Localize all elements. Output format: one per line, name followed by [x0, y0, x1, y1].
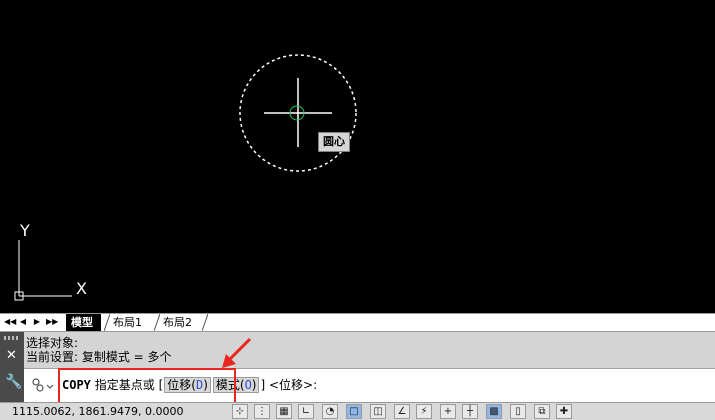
3d-object-snap-icon[interactable]: ◫ [370, 404, 386, 419]
next-tab-button[interactable]: ▶ [32, 316, 42, 328]
ucs-y-label: Y [19, 221, 30, 240]
wrench-icon[interactable]: 🔧 [5, 374, 22, 390]
dynamic-input-icon[interactable]: + [440, 404, 456, 419]
snap-mode-icon[interactable]: ⋮ [254, 404, 270, 419]
tab-separator [202, 314, 208, 331]
ucs-x-label: X [76, 279, 87, 298]
option-key: O [244, 378, 252, 392]
quick-properties-icon[interactable]: ▯ [510, 404, 526, 419]
prev-tab-button[interactable]: ◀ [18, 316, 28, 328]
first-tab-button[interactable]: ◀◀ [4, 316, 16, 328]
history-line: 选择对象: [26, 336, 79, 350]
drawing-svg: Y X [14, 54, 357, 301]
annotation-monitor-icon[interactable]: ✚ [556, 404, 572, 419]
status-bar: 1115.0062, 1861.9479, 0.0000 ⊹ ⋮ ▦ ∟ ◔ □… [0, 402, 715, 420]
annotation-highlight-box [58, 368, 236, 405]
annotation-arrow-icon [222, 337, 252, 368]
infer-constraints-icon[interactable]: ⊹ [232, 404, 248, 419]
command-history: 选择对象: 当前设置: 复制模式 = 多个 [26, 336, 706, 364]
tab-separator [154, 314, 160, 331]
grip-icon[interactable] [4, 336, 20, 340]
option-close: ) [251, 378, 257, 392]
ortho-mode-icon[interactable]: ∟ [298, 404, 314, 419]
selection-cycling-icon[interactable]: ⧉ [534, 404, 550, 419]
drawing-canvas[interactable]: Y X 圆心 [0, 0, 715, 313]
recent-commands-dropdown[interactable] [28, 375, 56, 395]
tab-separator [104, 314, 110, 331]
tab-layout1[interactable]: 布局1 [108, 314, 150, 331]
layout-tab-bar: ◀◀ ◀ ▶ ▶▶ 模型 布局1 布局2 [0, 313, 715, 332]
osnap-tooltip: 圆心 [318, 132, 350, 152]
dynamic-ucs-icon[interactable]: ⚡ [416, 404, 432, 419]
coordinate-readout: 1115.0062, 1861.9479, 0.0000 [12, 405, 184, 418]
default-option: <位移>: [269, 378, 318, 392]
polar-tracking-icon[interactable]: ◔ [322, 404, 338, 419]
tab-layout2[interactable]: 布局2 [158, 314, 200, 331]
transparency-icon[interactable]: ▩ [486, 404, 502, 419]
command-search-icon [32, 378, 54, 392]
bracket-close: ] [260, 378, 266, 392]
close-icon[interactable]: ✕ [6, 348, 17, 363]
command-line-handle[interactable]: ✕ 🔧 [0, 332, 24, 402]
grid-display-icon[interactable]: ▦ [276, 404, 292, 419]
object-snap-icon[interactable]: □ [346, 404, 362, 419]
tab-model[interactable]: 模型 [66, 314, 101, 331]
history-line: 当前设置: 复制模式 = 多个 [26, 350, 172, 364]
lineweight-icon[interactable]: ┼ [462, 404, 478, 419]
object-snap-tracking-icon[interactable]: ∠ [394, 404, 410, 419]
last-tab-button[interactable]: ▶▶ [46, 316, 58, 328]
